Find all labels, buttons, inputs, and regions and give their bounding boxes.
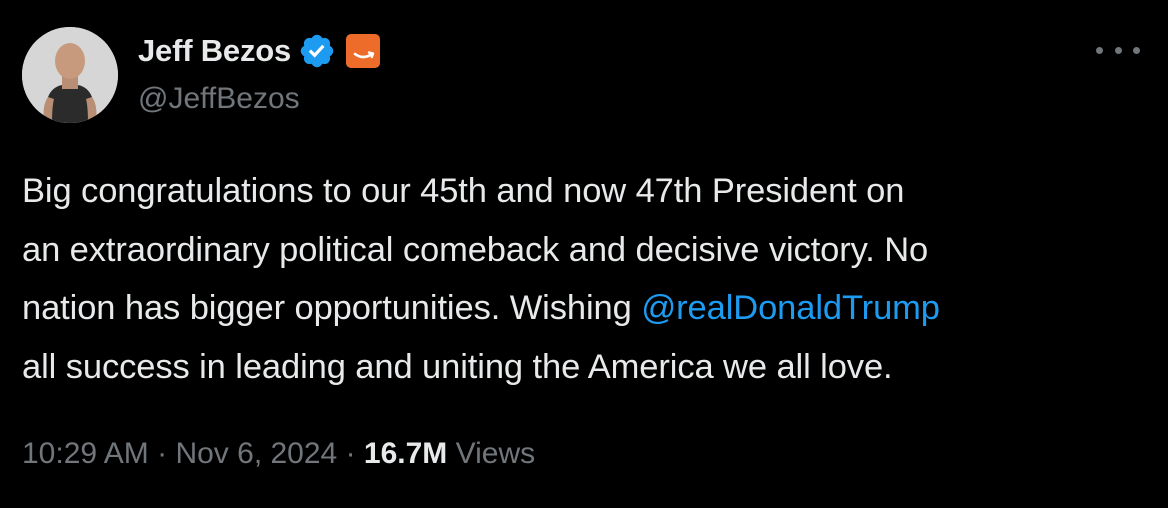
user-handle[interactable]: @JeffBezos <box>138 80 300 118</box>
more-options-icon[interactable] <box>1096 38 1140 62</box>
tweet-metadata: 10:29 AM · Nov 6, 2024 · 16.7M Views <box>22 430 535 478</box>
tweet-card: Jeff Bezos @JeffBezos Big congratulation… <box>0 0 1168 508</box>
author-info: Jeff Bezos <box>138 32 381 70</box>
avatar-image <box>22 27 118 123</box>
verified-badge-icon[interactable] <box>298 32 336 70</box>
amazon-logo-icon[interactable] <box>346 34 381 68</box>
tweet-time[interactable]: 10:29 AM <box>22 437 149 470</box>
separator: · <box>157 437 168 470</box>
dot <box>1114 46 1122 54</box>
mention-link[interactable]: @realDonaldTrump <box>641 289 940 327</box>
dot <box>1096 46 1103 54</box>
display-name[interactable]: Jeff Bezos <box>138 32 291 70</box>
tweet-text-line: Big congratulations to our 45th and now … <box>22 172 905 210</box>
dot <box>1133 46 1140 54</box>
views-count[interactable]: 16.7M <box>364 437 447 470</box>
avatar[interactable] <box>22 27 118 123</box>
tweet-text: Big congratulations to our 45th and now … <box>22 162 1152 396</box>
tweet-text-line: an extraordinary political comeback and … <box>22 230 929 269</box>
tweet-date[interactable]: Nov 6, 2024 <box>175 437 337 470</box>
tweet-text-line: all success in leading and uniting the A… <box>22 347 893 386</box>
views-label: Views <box>455 437 536 470</box>
tweet-text-line: nation has bigger opportunities. Wishing <box>22 289 642 327</box>
separator: · <box>345 437 356 470</box>
